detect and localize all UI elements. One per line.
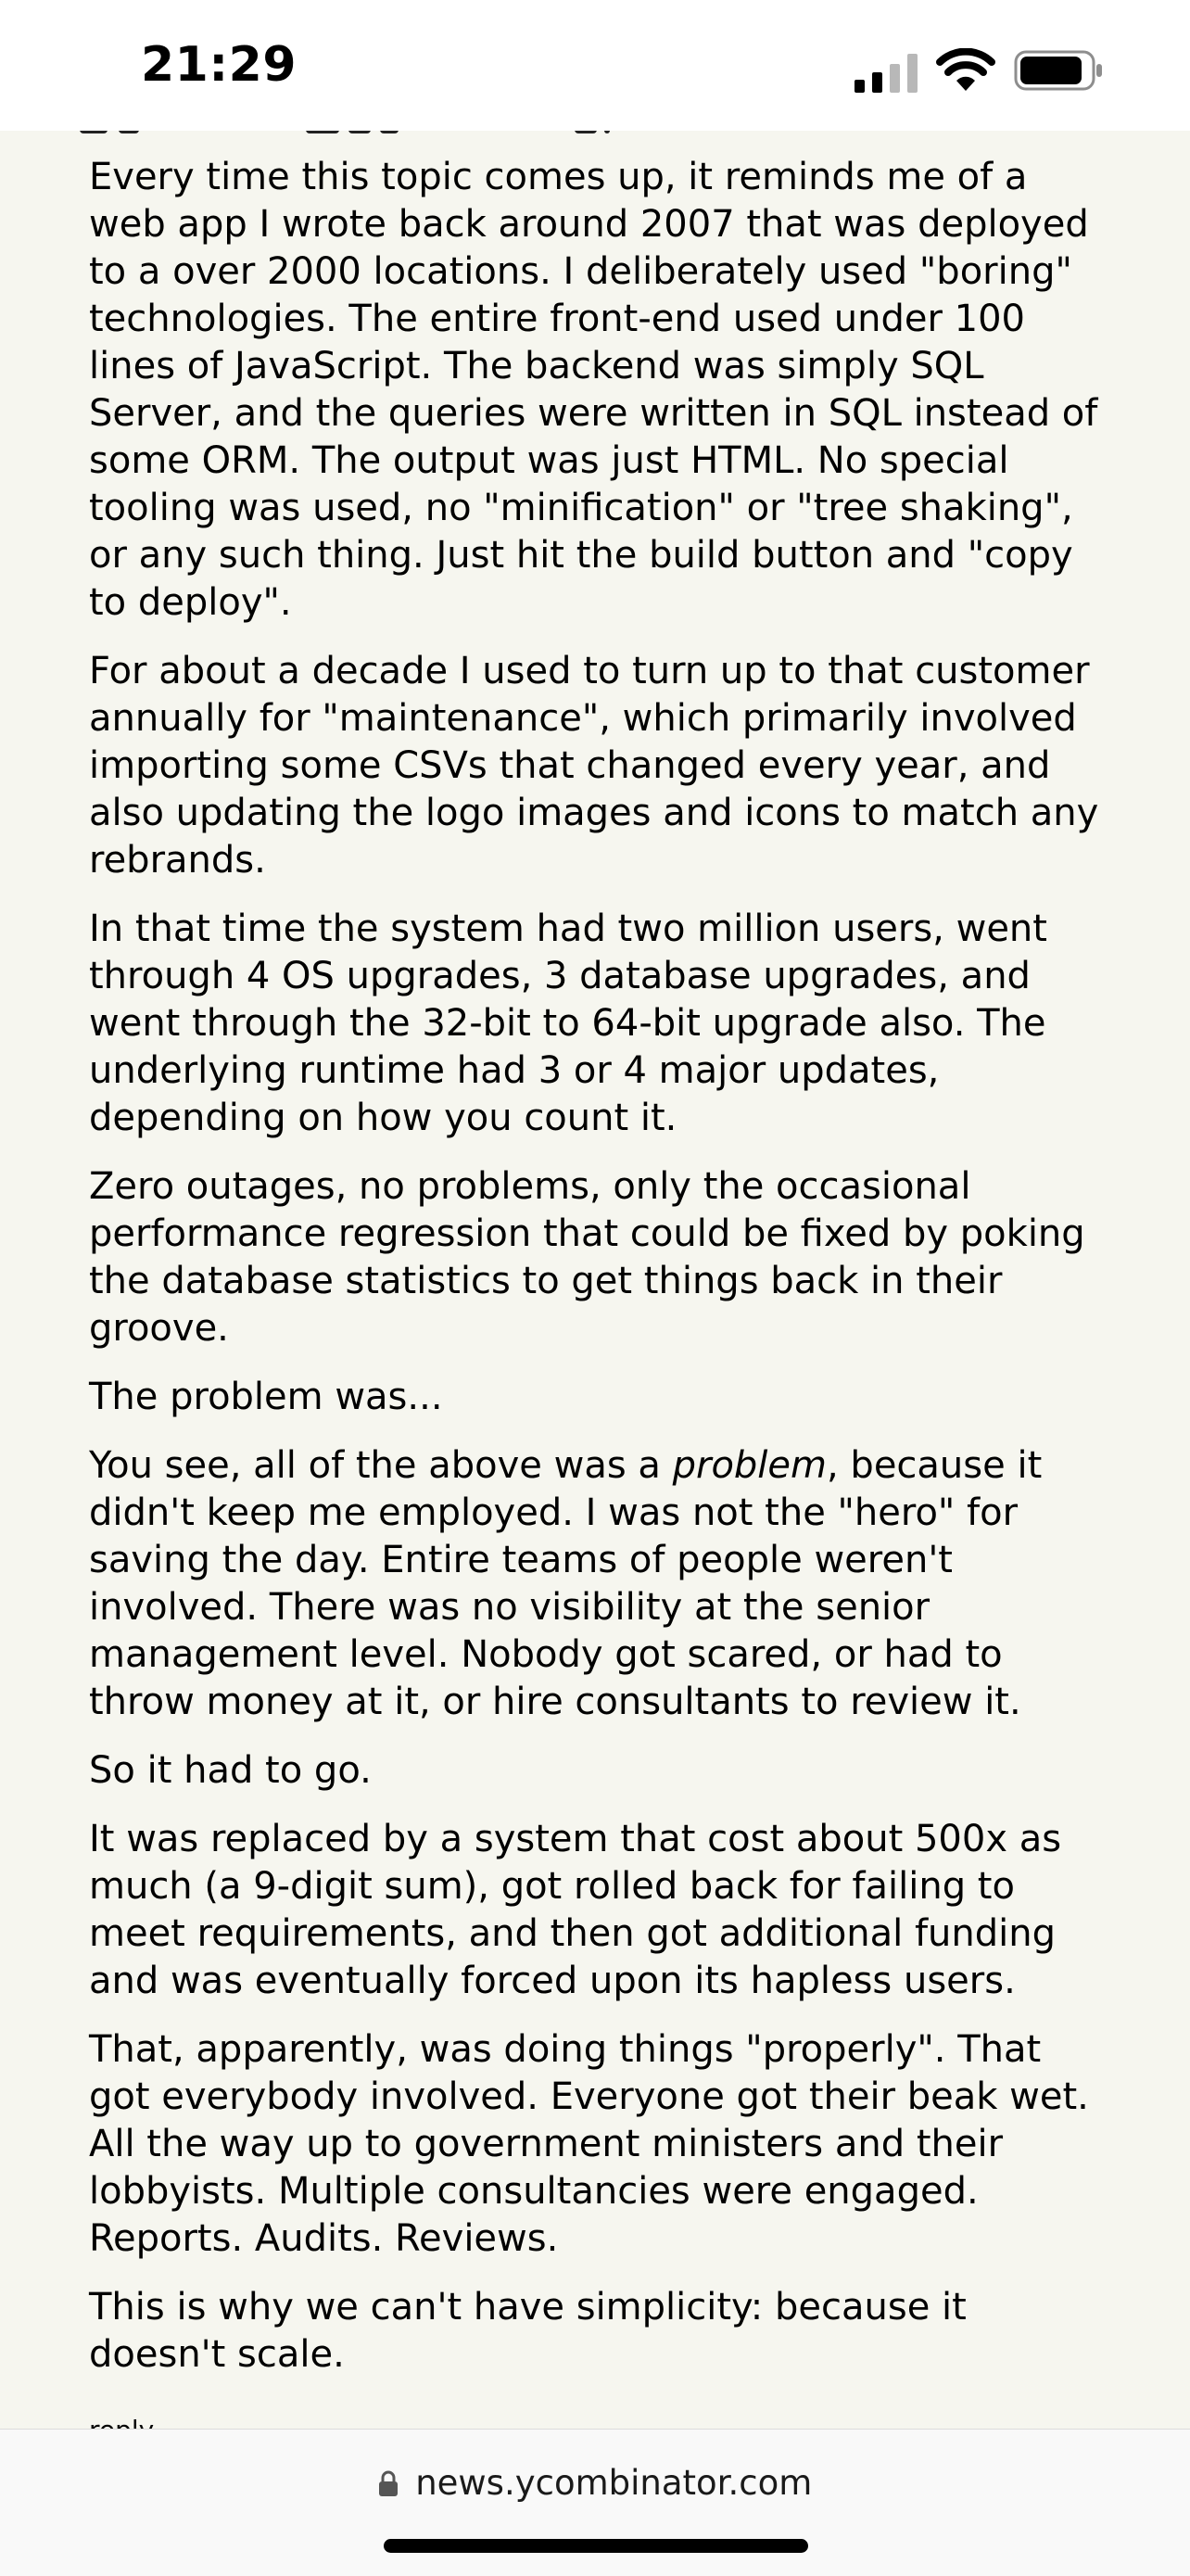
comment-paragraph: In that time the system had two million … <box>89 907 1047 1139</box>
comment-paragraph: Every time this topic comes up, it remin… <box>89 156 1098 624</box>
lock-icon <box>378 2470 398 2496</box>
comment-paragraph: This is why we can't have simplicity: be… <box>89 2286 967 2376</box>
status-time: 21:29 <box>141 37 298 93</box>
comment-paragraph: For about a decade I used to turn up to … <box>89 650 1099 882</box>
comment-paragraph: That, apparently, was doing things "prop… <box>89 2028 1089 2260</box>
wifi-icon <box>936 48 995 91</box>
comment-text: You see, all of the above was a <box>89 1444 673 1487</box>
comment-paragraph: So it had to go. <box>89 1749 372 1792</box>
comment-paragraph: You see, all of the above was a problem,… <box>89 1442 1108 1726</box>
address-bar-content[interactable]: news.ycombinator.com <box>0 2463 1190 2503</box>
comment-paragraph: Zero outages, no problems, only the occa… <box>89 1165 1085 1350</box>
cellular-signal-icon <box>855 54 918 93</box>
emphasis-text: problem <box>672 1444 827 1487</box>
reply-link[interactable]: reply <box>89 2412 154 2430</box>
comment-body: Every time this topic comes up, it remin… <box>89 154 1108 2400</box>
status-bar: 21:29 <box>0 0 1190 131</box>
comment-paragraph: It was replaced by a system that cost ab… <box>89 1818 1062 2002</box>
home-indicator[interactable] <box>384 2539 808 2553</box>
comment-paragraph: The problem was... <box>89 1376 443 1418</box>
battery-icon <box>1014 50 1102 91</box>
url-text[interactable]: news.ycombinator.com <box>415 2463 812 2503</box>
browser-address-bar[interactable]: news.ycombinator.com <box>0 2429 1190 2576</box>
